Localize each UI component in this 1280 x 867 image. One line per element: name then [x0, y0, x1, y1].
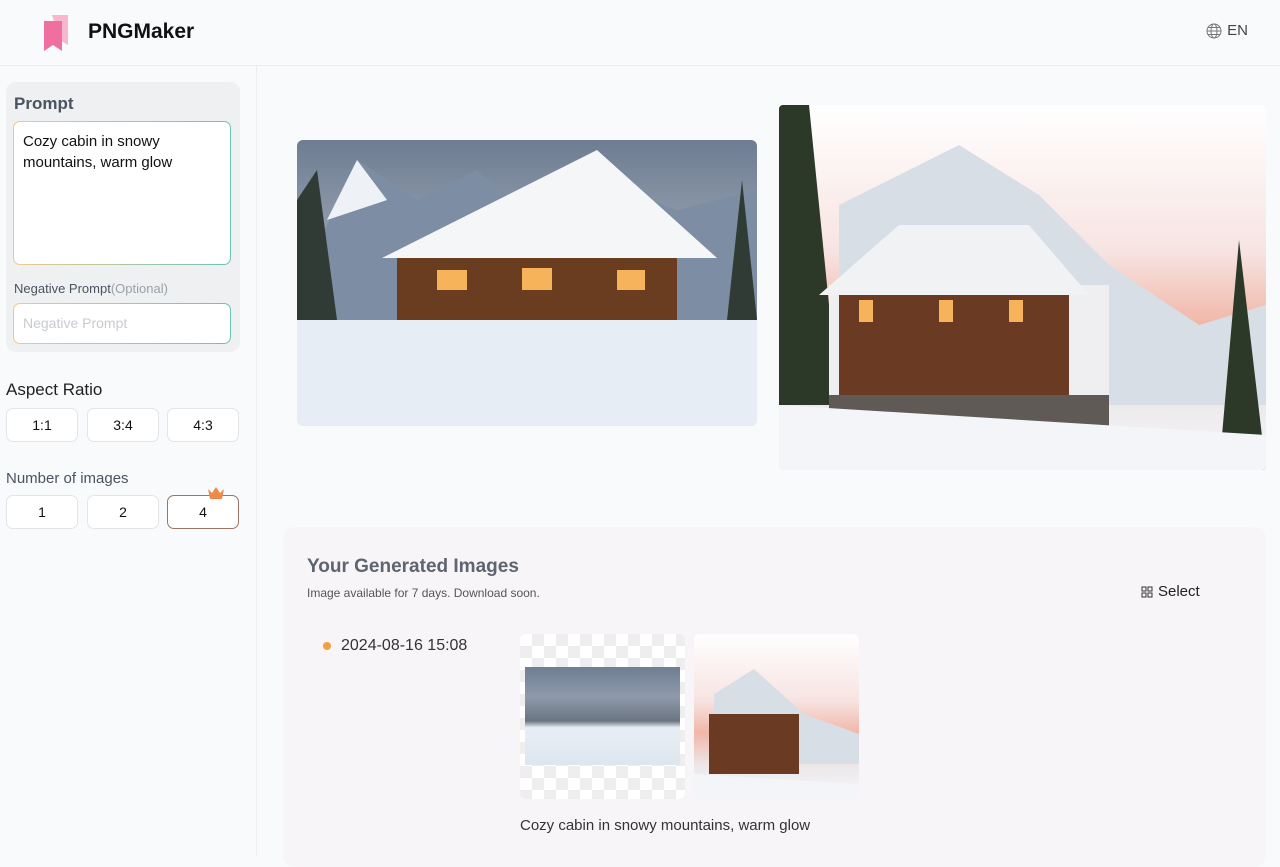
preview-image-1[interactable] [297, 140, 757, 426]
aspect-4-3-button[interactable]: 4:3 [167, 408, 239, 442]
thumbnail-1[interactable] [520, 634, 685, 799]
language-switcher[interactable]: EN [1206, 22, 1248, 39]
globe-icon [1206, 23, 1222, 38]
number-of-images-title: Number of images [6, 470, 129, 487]
logo-icon [44, 15, 68, 51]
sidebar: Prompt Cozy cabin in snowy mountains, wa… [0, 66, 257, 856]
entry-caption: Cozy cabin in snowy mountains, warm glow [520, 817, 811, 834]
negative-prompt-input[interactable]: Negative Prompt [13, 303, 231, 344]
gallery-title: Your Generated Images [307, 556, 519, 577]
header: PNGMaker EN [0, 0, 1280, 66]
count-1-button[interactable]: 1 [6, 495, 78, 529]
negative-prompt-label: Negative Prompt(Optional) [14, 281, 168, 296]
aspect-1-1-button[interactable]: 1:1 [6, 408, 78, 442]
prompt-input[interactable]: Cozy cabin in snowy mountains, warm glow [13, 121, 231, 265]
language-label: EN [1227, 22, 1248, 39]
select-label: Select [1158, 583, 1200, 600]
select-grid-icon [1141, 586, 1153, 597]
status-dot [323, 642, 331, 650]
select-button[interactable]: Select [1141, 583, 1200, 600]
prompt-title: Prompt [14, 94, 74, 113]
count-4-button[interactable]: 4 [167, 495, 239, 529]
count-2-button[interactable]: 2 [87, 495, 159, 529]
gallery-subtitle: Image available for 7 days. Download soo… [307, 586, 540, 600]
crown-icon [208, 487, 224, 499]
brand-name: PNGMaker [88, 20, 195, 43]
generated-images-panel: Your Generated Images Image available fo… [283, 527, 1266, 867]
aspect-3-4-button[interactable]: 3:4 [87, 408, 159, 442]
preview-image-2[interactable] [779, 105, 1266, 470]
prompt-card: Prompt Cozy cabin in snowy mountains, wa… [6, 82, 240, 352]
aspect-ratio-title: Aspect Ratio [6, 380, 103, 399]
thumbnail-2[interactable] [694, 634, 859, 799]
entry-date: 2024-08-16 15:08 [323, 637, 467, 655]
